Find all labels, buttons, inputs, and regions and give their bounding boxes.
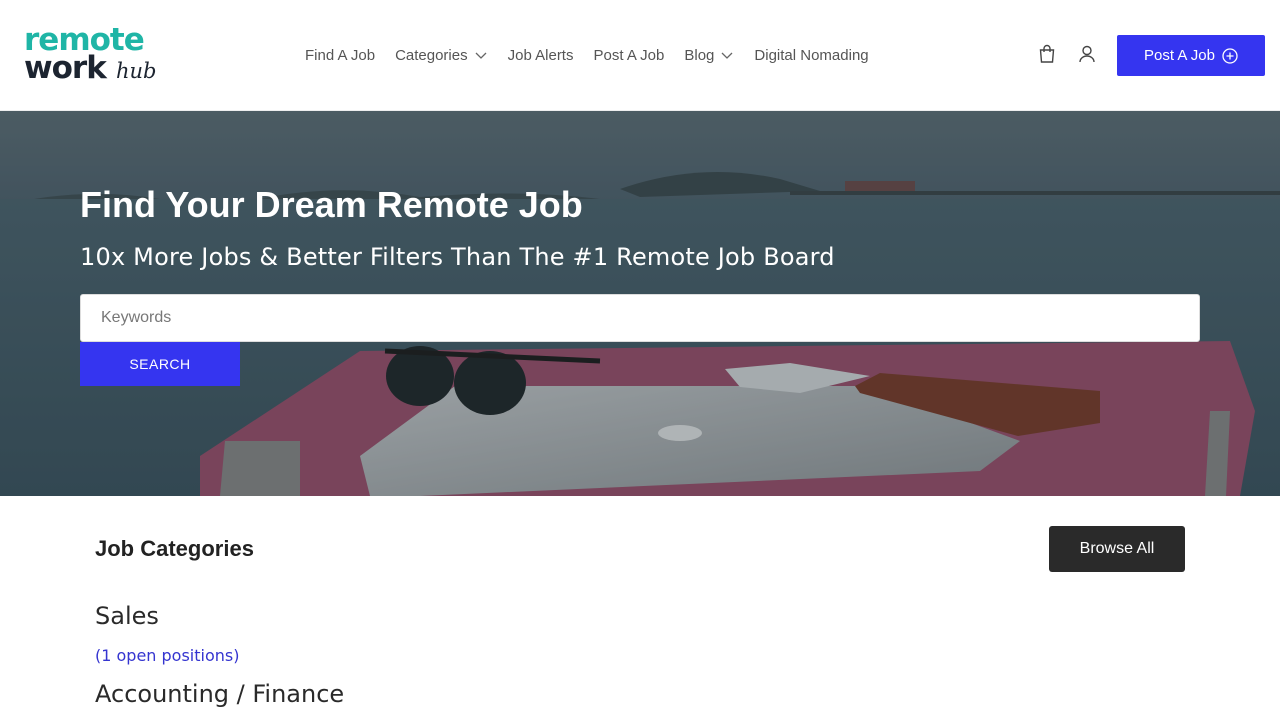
nav-item-categories[interactable]: Categories (395, 47, 488, 64)
nav-item-find-a-job[interactable]: Find A Job (305, 47, 375, 64)
site-header: remote work hub Find A Job Categories Jo… (0, 0, 1280, 111)
nav-item-post-a-job[interactable]: Post A Job (593, 47, 664, 64)
nav-item-label: Digital Nomading (754, 46, 869, 64)
nav-item-digital-nomading[interactable]: Digital Nomading (754, 47, 868, 64)
nav-item-label: Job Alerts (507, 46, 574, 64)
nav-item-blog[interactable]: Blog (684, 47, 734, 64)
keywords-search-input[interactable] (80, 294, 1200, 342)
chevron-down-icon (475, 52, 487, 59)
main-nav: Find A Job Categories Job Alerts Post A … (305, 45, 889, 65)
nav-item-label: Categories (395, 46, 468, 64)
shopping-bag-icon[interactable] (1037, 44, 1057, 64)
section-title-job-categories: Job Categories (95, 536, 254, 561)
nav-item-label: Post A Job (593, 46, 665, 64)
category-link-sales[interactable]: Sales (95, 602, 159, 630)
chevron-down-icon (721, 52, 733, 59)
plus-circle-icon (1222, 47, 1238, 64)
category-link-accounting-finance[interactable]: Accounting / Finance (95, 680, 344, 708)
logo-work-text: work (24, 50, 107, 86)
search-button[interactable]: SEARCH (80, 342, 240, 386)
hero-subtitle: 10x More Jobs & Better Filters Than The … (80, 243, 835, 271)
logo[interactable]: remote work hub (24, 23, 164, 87)
nav-item-label: Find A Job (305, 46, 376, 64)
category-count-sales[interactable]: (1 open positions) (95, 646, 239, 665)
nav-item-job-alerts[interactable]: Job Alerts (508, 47, 574, 64)
hero-title: Find Your Dream Remote Job (80, 184, 583, 225)
post-a-job-label: Post A Job (1144, 47, 1215, 64)
hero-banner: Find Your Dream Remote Job 10x More Jobs… (0, 111, 1280, 496)
logo-hub-text: hub (116, 59, 157, 83)
nav-item-label: Blog (684, 46, 715, 64)
browse-all-button[interactable]: Browse All (1049, 526, 1185, 572)
user-icon[interactable] (1077, 44, 1097, 64)
post-a-job-button[interactable]: Post A Job (1117, 35, 1265, 76)
